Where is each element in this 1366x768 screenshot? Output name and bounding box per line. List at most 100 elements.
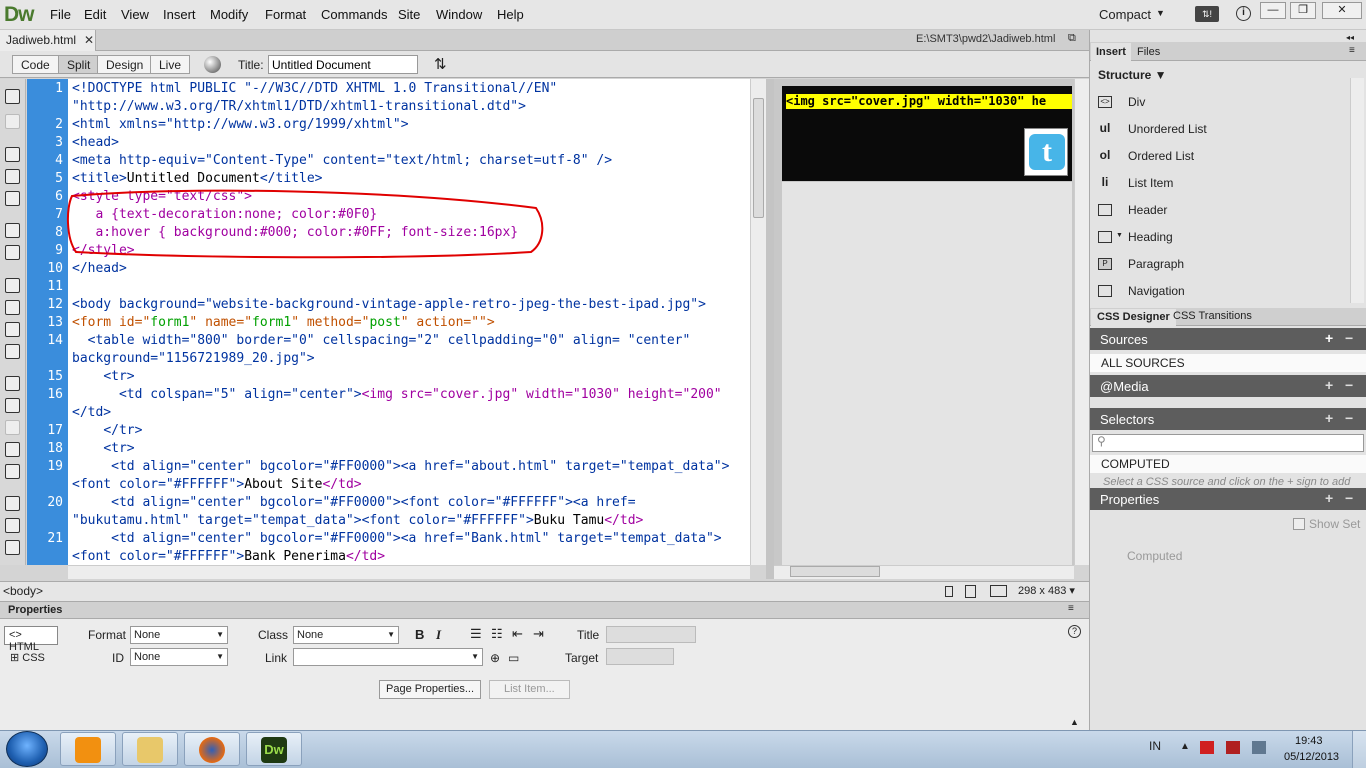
code-horizontal-scrollbar[interactable] [68, 565, 750, 579]
tab-files[interactable]: Files [1132, 43, 1165, 61]
title-field[interactable] [606, 626, 696, 643]
insert-item-navigation[interactable]: Navigation [1128, 284, 1185, 298]
outdent-code-icon[interactable] [5, 518, 20, 533]
insert-item-list-item[interactable]: List Item [1128, 176, 1173, 190]
tablet-size-icon[interactable] [965, 585, 976, 598]
id-select[interactable]: None [130, 648, 228, 666]
window-size[interactable]: 298 x 483 ▾ [1018, 584, 1075, 597]
design-view-button[interactable]: Design [97, 55, 153, 74]
panel-menu-icon[interactable]: ≡ [1068, 603, 1074, 614]
collapse-tag-icon[interactable] [5, 147, 20, 162]
insert-category-select[interactable]: Structure ▼ [1098, 68, 1167, 82]
help-icon[interactable]: ? [1068, 625, 1081, 638]
indent-icon[interactable]: ⇥ [533, 626, 544, 642]
show-desktop-button[interactable] [1352, 731, 1366, 768]
collapse-icons-icon[interactable]: ◂◂ [1346, 33, 1354, 42]
remove-media-icon[interactable]: − [1345, 377, 1353, 393]
insert-item-paragraph[interactable]: Paragraph [1128, 257, 1184, 271]
selector-search-input[interactable] [1092, 434, 1364, 452]
language-indicator[interactable]: IN [1149, 739, 1161, 753]
mobile-size-icon[interactable] [945, 586, 953, 597]
insert-item-ordered-list[interactable]: Ordered List [1128, 149, 1194, 163]
volume-icon[interactable] [1252, 741, 1266, 754]
tray-arrow-icon[interactable]: ▲ [1180, 741, 1194, 754]
start-button[interactable] [6, 731, 48, 767]
document-tab[interactable]: Jadiweb.html [0, 30, 96, 51]
network-icon[interactable] [1200, 741, 1214, 754]
expand-all-icon[interactable] [5, 191, 20, 206]
insert-item-div[interactable]: Div [1128, 95, 1145, 109]
css-properties-button[interactable]: ⊞ CSS [10, 651, 45, 664]
insert-item-heading[interactable]: Heading [1128, 230, 1173, 244]
live-view-button[interactable]: Live [150, 55, 191, 74]
insert-item-unordered-list[interactable]: Unordered List [1128, 122, 1207, 136]
open-documents-icon[interactable] [5, 89, 20, 104]
info-icon[interactable]: i [1236, 6, 1251, 21]
menu-format[interactable]: Format [265, 7, 306, 22]
scrollbar-thumb[interactable] [753, 98, 764, 218]
point-to-file-icon[interactable]: ⊕ [490, 651, 500, 665]
show-set-checkbox[interactable] [1293, 518, 1305, 530]
restore-icon[interactable]: ⧉ [1068, 32, 1076, 45]
collapse-selection-icon[interactable] [5, 169, 20, 184]
insert-panel-scrollbar[interactable] [1350, 78, 1364, 303]
format-select[interactable]: None [130, 626, 228, 644]
add-source-icon[interactable]: + [1325, 330, 1333, 346]
unordered-list-icon[interactable]: ☰ [470, 626, 482, 642]
ordered-list-icon[interactable]: ☷ [491, 626, 503, 642]
chevron-down-icon[interactable]: ▼ [1156, 8, 1165, 18]
split-view-button[interactable]: Split [58, 55, 100, 74]
add-selector-icon[interactable]: + [1325, 410, 1333, 426]
syntax-coloring-icon[interactable] [5, 322, 20, 337]
menu-edit[interactable]: Edit [84, 7, 106, 22]
list-item-button[interactable]: List Item... [489, 680, 570, 699]
clock-date[interactable]: 05/12/2013 [1284, 751, 1339, 763]
workspace-switcher[interactable]: Compact [1099, 7, 1151, 22]
page-properties-button[interactable]: Page Properties... [379, 680, 482, 699]
italic-button[interactable]: I [436, 627, 441, 643]
highlight-invalid-code-icon[interactable] [5, 300, 20, 315]
html-properties-button[interactable]: <> HTML [4, 626, 58, 653]
menu-insert[interactable]: Insert [163, 7, 196, 22]
class-select[interactable]: None [293, 626, 399, 644]
sync-settings-icon[interactable]: ⇅! [1195, 6, 1219, 22]
recent-snippets-icon[interactable] [5, 442, 20, 457]
menu-help[interactable]: Help [497, 7, 524, 22]
menu-file[interactable]: File [50, 7, 71, 22]
wrap-tag-icon[interactable] [5, 420, 20, 435]
desktop-size-icon[interactable] [990, 585, 1007, 597]
menu-site[interactable]: Site [398, 7, 420, 22]
menu-modify[interactable]: Modify [210, 7, 248, 22]
taskbar-media-player[interactable] [60, 732, 116, 766]
collapse-panel-icon[interactable]: ▲ [1070, 717, 1079, 727]
taskbar-explorer[interactable] [122, 732, 178, 766]
image-placeholder-tag[interactable]: <img src="cover.jpg" width="1030" he [786, 94, 1072, 109]
move-css-icon[interactable] [5, 464, 20, 479]
select-parent-tag-icon[interactable] [5, 223, 20, 238]
chevron-down-icon[interactable]: ▼ [1116, 232, 1123, 239]
line-numbers-icon[interactable] [5, 278, 20, 293]
all-sources-row[interactable]: ALL SOURCES [1090, 354, 1366, 372]
close-button[interactable]: ✕ [1322, 2, 1362, 19]
title-input[interactable] [268, 55, 418, 74]
add-property-icon[interactable]: + [1325, 490, 1333, 506]
apply-comment-icon[interactable] [5, 376, 20, 391]
close-icon[interactable]: ✕ [84, 33, 94, 47]
code-view-button[interactable]: Code [12, 55, 59, 74]
tab-insert[interactable]: Insert [1091, 43, 1131, 61]
computed-row[interactable]: COMPUTED [1090, 455, 1366, 473]
remove-comment-icon[interactable] [5, 398, 20, 413]
link-field[interactable] [293, 648, 483, 666]
minimize-button[interactable]: — [1260, 2, 1286, 19]
menu-view[interactable]: View [121, 7, 149, 22]
add-media-icon[interactable]: + [1325, 377, 1333, 393]
balance-braces-icon[interactable] [5, 245, 20, 260]
show-code-navigator-icon[interactable] [5, 114, 20, 129]
menu-window[interactable]: Window [436, 7, 482, 22]
remove-property-icon[interactable]: − [1345, 490, 1353, 506]
taskbar-firefox[interactable] [184, 732, 240, 766]
file-management-icon[interactable]: ⇅ [434, 55, 447, 73]
panel-menu-icon[interactable]: ≡ [1349, 45, 1355, 56]
design-vertical-scrollbar[interactable] [1074, 79, 1089, 565]
format-source-icon[interactable] [5, 540, 20, 555]
